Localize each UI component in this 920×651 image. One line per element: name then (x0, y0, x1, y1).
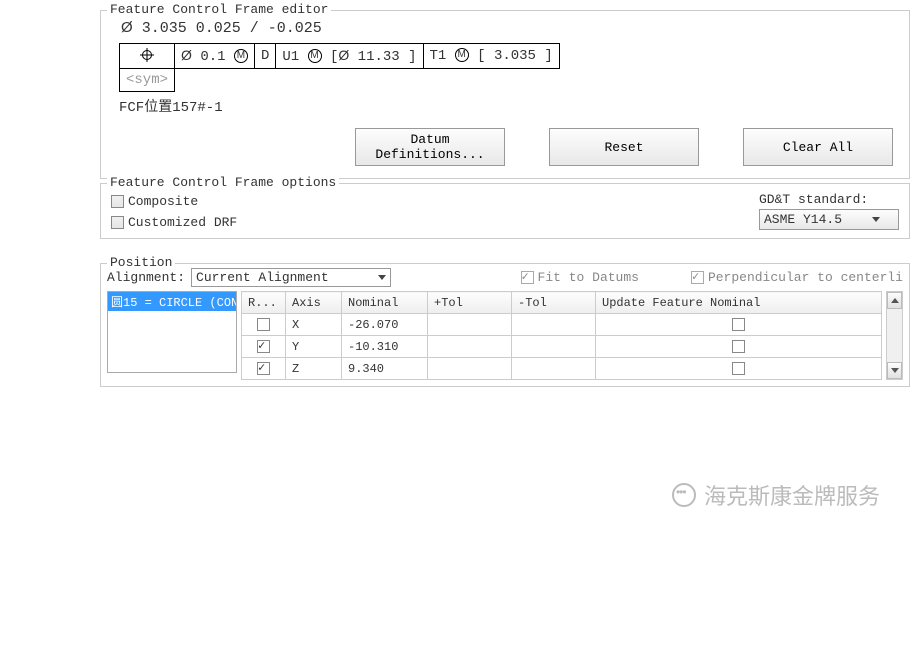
nominal-cell[interactable]: -26.070 (342, 314, 428, 336)
minus-tol-cell[interactable] (512, 314, 596, 336)
table-row: Y-10.310 (242, 336, 882, 358)
nominal-cell[interactable]: 9.340 (342, 358, 428, 380)
col-minus-tol[interactable]: -Tol (512, 292, 596, 314)
diameter-plus: 0.025 (196, 20, 241, 37)
minus-tol-cell[interactable] (512, 358, 596, 380)
row-checkbox[interactable] (257, 362, 270, 375)
wechat-icon (672, 483, 696, 507)
true-position-icon (140, 48, 154, 62)
nominal-cell[interactable]: -10.310 (342, 336, 428, 358)
update-checkbox[interactable] (732, 318, 745, 331)
col-nominal[interactable]: Nominal (342, 292, 428, 314)
customized-drf-checkbox[interactable] (111, 216, 124, 229)
sym-placeholder-cell[interactable]: <sym> (120, 69, 175, 92)
table-row: Z9.340 (242, 358, 882, 380)
datum-b-cell[interactable]: U1 M [Ø 11.33 ] (276, 44, 423, 69)
fcf-frame[interactable]: Ø 0.1 M D U1 M [Ø 11.33 ] T1 M [ 3.035 ]… (119, 43, 560, 92)
fcf-editor-label: Feature Control Frame editor (107, 2, 331, 17)
alignment-select[interactable]: Current Alignment (191, 268, 391, 287)
feature-listbox[interactable]: 圆15 = CIRCLE (CONTA (107, 291, 237, 373)
col-update[interactable]: Update Feature Nominal (596, 292, 882, 314)
datum-definitions-button[interactable]: Datum Definitions... (355, 128, 505, 166)
update-checkbox[interactable] (732, 362, 745, 375)
watermark: 海克斯康金牌服务 (672, 479, 880, 511)
fit-to-datums-checkbox[interactable]: Fit to Datums (521, 270, 639, 285)
datum-c-cell[interactable]: T1 M [ 3.035 ] (423, 44, 559, 69)
position-label: Position (107, 255, 175, 270)
chevron-up-icon (891, 298, 899, 303)
row-checkbox[interactable] (257, 340, 270, 353)
perpendicular-checkbox[interactable]: Perpendicular to centerli (691, 270, 903, 285)
col-r[interactable]: R... (242, 292, 286, 314)
chevron-down-icon (872, 217, 880, 222)
axis-cell[interactable]: Z (286, 358, 342, 380)
position-group: Position Alignment: Current Alignment Fi… (100, 263, 910, 387)
diameter-value: 3.035 (142, 20, 187, 37)
watermark-text: 海克斯康金牌服务 (704, 479, 880, 511)
gdt-standard-label: GD&T standard: (759, 192, 868, 207)
scroll-down-button[interactable] (887, 362, 902, 379)
diameter-symbol: Ø (121, 19, 133, 36)
col-plus-tol[interactable]: +Tol (428, 292, 512, 314)
tolerance-cell[interactable]: Ø 0.1 M (175, 44, 255, 69)
chevron-down-icon (378, 275, 386, 280)
mmc-icon: M (234, 49, 248, 63)
fcf-options-group: Feature Control Frame options Composite … (100, 183, 910, 239)
datum-a-cell[interactable]: D (254, 44, 275, 69)
fcf-editor-group: Feature Control Frame editor Ø 3.035 0.0… (100, 10, 910, 179)
plus-tol-cell[interactable] (428, 336, 512, 358)
scroll-up-button[interactable] (887, 292, 902, 309)
plus-tol-cell[interactable] (428, 358, 512, 380)
row-checkbox[interactable] (257, 318, 270, 331)
customized-drf-label: Customized DRF (128, 215, 237, 230)
plus-tol-cell[interactable] (428, 314, 512, 336)
mmc-icon: M (455, 48, 469, 62)
vertical-scrollbar[interactable] (886, 291, 903, 380)
diameter-minus: -0.025 (268, 20, 322, 37)
axis-cell[interactable]: X (286, 314, 342, 336)
position-symbol-cell[interactable] (120, 44, 175, 69)
col-axis[interactable]: Axis (286, 292, 342, 314)
update-checkbox[interactable] (732, 340, 745, 353)
nominal-table: R... Axis Nominal +Tol -Tol Update Featu… (241, 291, 882, 380)
fcf-name: FCF位置157#-1 (111, 92, 899, 116)
diameter-readout: Ø 3.035 0.025 / -0.025 (111, 17, 899, 43)
fcf-options-label: Feature Control Frame options (107, 175, 339, 190)
mmc-icon: M (308, 49, 322, 63)
composite-label: Composite (128, 194, 198, 209)
diameter-icon: Ø (181, 47, 192, 63)
feature-list-item[interactable]: 圆15 = CIRCLE (CONTA (108, 292, 236, 311)
composite-checkbox[interactable] (111, 195, 124, 208)
clear-all-button[interactable]: Clear All (743, 128, 893, 166)
table-row: X-26.070 (242, 314, 882, 336)
axis-cell[interactable]: Y (286, 336, 342, 358)
minus-tol-cell[interactable] (512, 336, 596, 358)
chevron-down-icon (891, 368, 899, 373)
alignment-label: Alignment: (107, 270, 185, 285)
reset-button[interactable]: Reset (549, 128, 699, 166)
gdt-standard-select[interactable]: ASME Y14.5 (759, 209, 899, 230)
